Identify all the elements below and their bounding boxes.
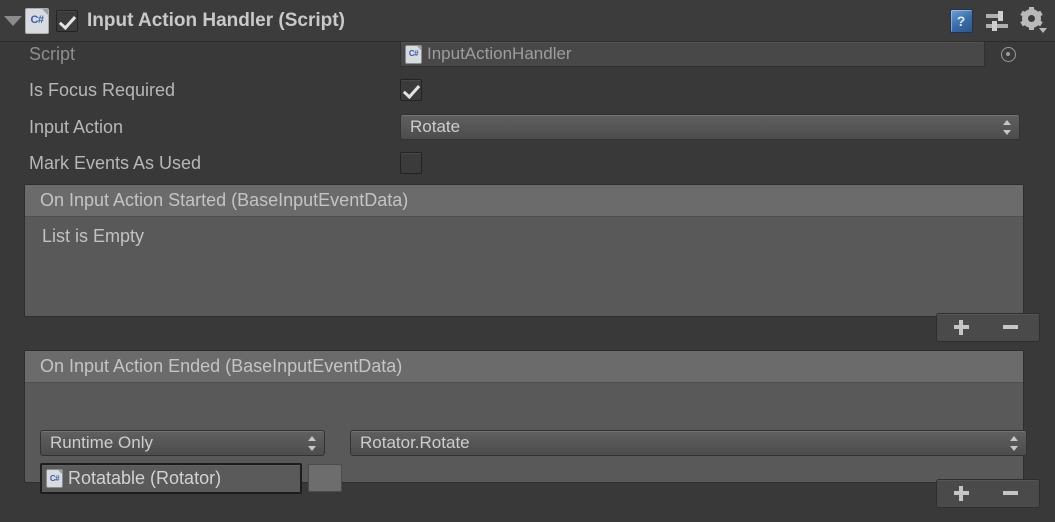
- chevron-updown-icon: [1002, 119, 1013, 136]
- remove-listener-button-started[interactable]: [986, 314, 1035, 341]
- minus-icon: [1003, 486, 1018, 501]
- script-value: InputActionHandler: [427, 44, 572, 63]
- target-object-value: Rotatable (Rotator): [68, 468, 222, 488]
- help-button[interactable]: ?: [947, 7, 975, 35]
- target-object-field[interactable]: C# Rotatable (Rotator): [40, 463, 302, 494]
- script-label: Script: [29, 43, 76, 64]
- property-row-input-action: Input Action Rotate: [0, 109, 1055, 145]
- plus-icon: [954, 486, 969, 501]
- add-remove-group-ended: [936, 479, 1040, 508]
- event-header-ended: On Input Action Ended (BaseInputEventDat…: [25, 351, 1023, 383]
- event-header-started: On Input Action Started (BaseInputEventD…: [25, 185, 1023, 217]
- csharp-file-icon: C#: [406, 45, 421, 63]
- settings-button[interactable]: [1019, 7, 1047, 35]
- method-dropdown[interactable]: Rotator.Rotate: [350, 430, 1027, 456]
- minus-icon: [1003, 320, 1018, 335]
- foldout-arrow-icon[interactable]: [0, 0, 26, 41]
- target-object-select-button[interactable]: [308, 464, 342, 492]
- inspector-panel: C# Input Action Handler (Script) ? Scrip…: [0, 0, 1055, 522]
- input-action-label: Input Action: [29, 116, 124, 137]
- call-state-value: Runtime Only: [50, 433, 153, 452]
- target-circle-icon: [1000, 46, 1016, 62]
- chevron-updown-icon: [1009, 435, 1020, 452]
- chevron-updown-icon: [307, 435, 318, 452]
- preset-button[interactable]: [983, 7, 1011, 35]
- add-remove-group-started: [936, 313, 1040, 342]
- add-listener-button-ended[interactable]: [937, 480, 986, 507]
- component-title: Input Action Handler (Script): [87, 9, 345, 31]
- is-focus-required-checkbox[interactable]: [400, 79, 422, 101]
- event-box-on-input-action-ended: On Input Action Ended (BaseInputEventDat…: [24, 350, 1027, 494]
- script-object-field[interactable]: C# InputActionHandler: [400, 41, 985, 67]
- preset-slider-icon: [986, 10, 1008, 31]
- input-action-dropdown[interactable]: Rotate: [400, 114, 1020, 140]
- add-listener-button-started[interactable]: [937, 314, 986, 341]
- input-action-value: Rotate: [410, 117, 461, 136]
- property-row-mark-events-as-used: Mark Events As Used: [0, 145, 1055, 181]
- csharp-file-icon: C#: [47, 470, 62, 487]
- help-book-icon: ?: [949, 8, 973, 33]
- event-box-on-input-action-started: On Input Action Started (BaseInputEventD…: [24, 184, 1024, 317]
- csharp-script-icon: C#: [26, 8, 48, 33]
- mark-events-as-used-label: Mark Events As Used: [29, 152, 202, 173]
- event-list-empty-started: List is Empty: [42, 226, 145, 246]
- event-body-ended: Runtime Only Rotator.Rotate C# Rotatable…: [25, 383, 1027, 494]
- mark-events-as-used-checkbox[interactable]: [400, 152, 422, 174]
- event-body-started: List is Empty: [25, 217, 1023, 317]
- method-value: Rotator.Rotate: [360, 433, 470, 452]
- call-state-dropdown[interactable]: Runtime Only: [40, 430, 325, 456]
- property-row-is-focus-required: Is Focus Required: [0, 72, 1055, 108]
- plus-icon: [954, 320, 969, 335]
- gear-icon: [1019, 7, 1047, 33]
- is-focus-required-label: Is Focus Required: [29, 79, 176, 100]
- script-select-button[interactable]: [997, 43, 1019, 65]
- remove-listener-button-ended[interactable]: [986, 480, 1035, 507]
- property-row-script: Script C# InputActionHandler: [0, 36, 1055, 72]
- header-icon-group: ?: [947, 7, 1055, 35]
- component-enabled-checkbox[interactable]: [56, 9, 78, 32]
